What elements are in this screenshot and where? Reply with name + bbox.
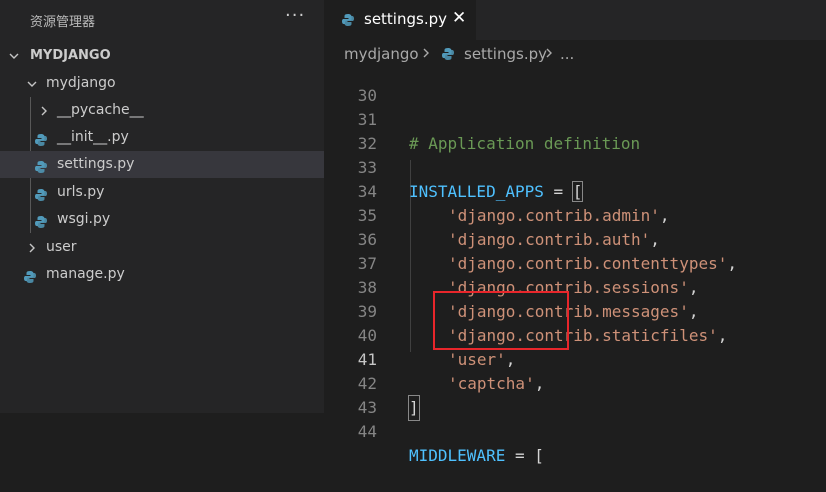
code-editor[interactable]: 30 31 # Application definition 32 33 INS… bbox=[324, 68, 826, 465]
code-line: 44 MIDDLEWARE = [ bbox=[324, 396, 826, 465]
code-line: 41 'captcha', bbox=[324, 324, 826, 393]
code-line: 42 ] bbox=[324, 348, 826, 421]
code-line: 38 'django.contrib.messages', bbox=[324, 252, 826, 321]
chevron-right-icon bbox=[36, 97, 52, 124]
chevron-right-icon bbox=[24, 234, 40, 261]
tree-item-urls[interactable]: urls.py bbox=[0, 179, 324, 206]
close-icon[interactable]: ✕ bbox=[452, 8, 466, 28]
python-file-icon bbox=[34, 130, 48, 146]
tree-item-settings[interactable]: settings.py bbox=[0, 151, 324, 178]
code-line: 31 # Application definition bbox=[324, 84, 826, 153]
tree-item-label: manage.py bbox=[46, 266, 125, 282]
python-file-icon bbox=[341, 12, 355, 26]
python-file-icon bbox=[34, 212, 48, 228]
explorer-header: 资源管理器 ··· bbox=[0, 0, 324, 40]
tree-item-init[interactable]: __init__.py bbox=[0, 124, 324, 151]
python-file-icon bbox=[441, 47, 455, 61]
tree-item-label: settings.py bbox=[57, 156, 135, 172]
tree-item-mydjango[interactable]: mydjango bbox=[0, 70, 324, 97]
code-line: 37 'django.contrib.sessions', bbox=[324, 228, 826, 297]
tree-item-label: __pycache__ bbox=[57, 102, 144, 118]
more-actions-icon[interactable]: ··· bbox=[285, 5, 305, 26]
tree-item-pycache[interactable]: __pycache__ bbox=[0, 97, 324, 124]
tab-settings[interactable]: settings.py ✕ bbox=[324, 0, 476, 40]
code-line: 39 'django.contrib.staticfiles', bbox=[324, 276, 826, 345]
tree-item-label: __init__.py bbox=[57, 129, 129, 145]
tree-item-wsgi[interactable]: wsgi.py bbox=[0, 206, 324, 233]
python-file-icon bbox=[23, 267, 37, 283]
chevron-down-icon bbox=[6, 42, 22, 69]
project-root[interactable]: MYDJANGO bbox=[0, 42, 324, 69]
python-file-icon bbox=[34, 185, 48, 201]
project-label: MYDJANGO bbox=[30, 48, 111, 63]
code-line: 35 'django.contrib.auth', bbox=[324, 180, 826, 249]
tree-item-label: urls.py bbox=[57, 184, 105, 200]
code-line: 33 INSTALLED_APPS = [ bbox=[324, 132, 826, 202]
code-line: 32 bbox=[324, 108, 826, 153]
tree-item-label: user bbox=[46, 239, 77, 255]
explorer-title: 资源管理器 bbox=[30, 15, 96, 30]
bracket-token: [ bbox=[534, 446, 544, 465]
python-file-icon bbox=[34, 157, 48, 173]
tree-item-user[interactable]: user bbox=[0, 234, 324, 261]
code-content: MIDDLEWARE = [ bbox=[409, 444, 544, 468]
tree-item-manage[interactable]: manage.py bbox=[0, 261, 324, 288]
code-line: 30 bbox=[324, 60, 826, 105]
code-line: 34 'django.contrib.admin', bbox=[324, 156, 826, 225]
code-line: 36 'django.contrib.contenttypes', bbox=[324, 204, 826, 273]
variable-token: MIDDLEWARE bbox=[409, 446, 506, 465]
tree-item-label: wsgi.py bbox=[57, 211, 111, 227]
tab-bar: settings.py ✕ bbox=[324, 0, 826, 40]
code-line: 43 bbox=[324, 372, 826, 417]
operator-token: = bbox=[505, 446, 535, 465]
tab-label: settings.py bbox=[364, 10, 447, 28]
code-line: 40 'user', bbox=[324, 300, 826, 369]
chevron-down-icon bbox=[24, 70, 40, 97]
tree-item-label: mydjango bbox=[46, 75, 116, 91]
explorer-sidebar: 资源管理器 ··· MYDJANGO mydjango __pycache__ … bbox=[0, 0, 324, 413]
line-number: 44 bbox=[357, 422, 377, 441]
annotation-highlight-box bbox=[433, 291, 569, 350]
